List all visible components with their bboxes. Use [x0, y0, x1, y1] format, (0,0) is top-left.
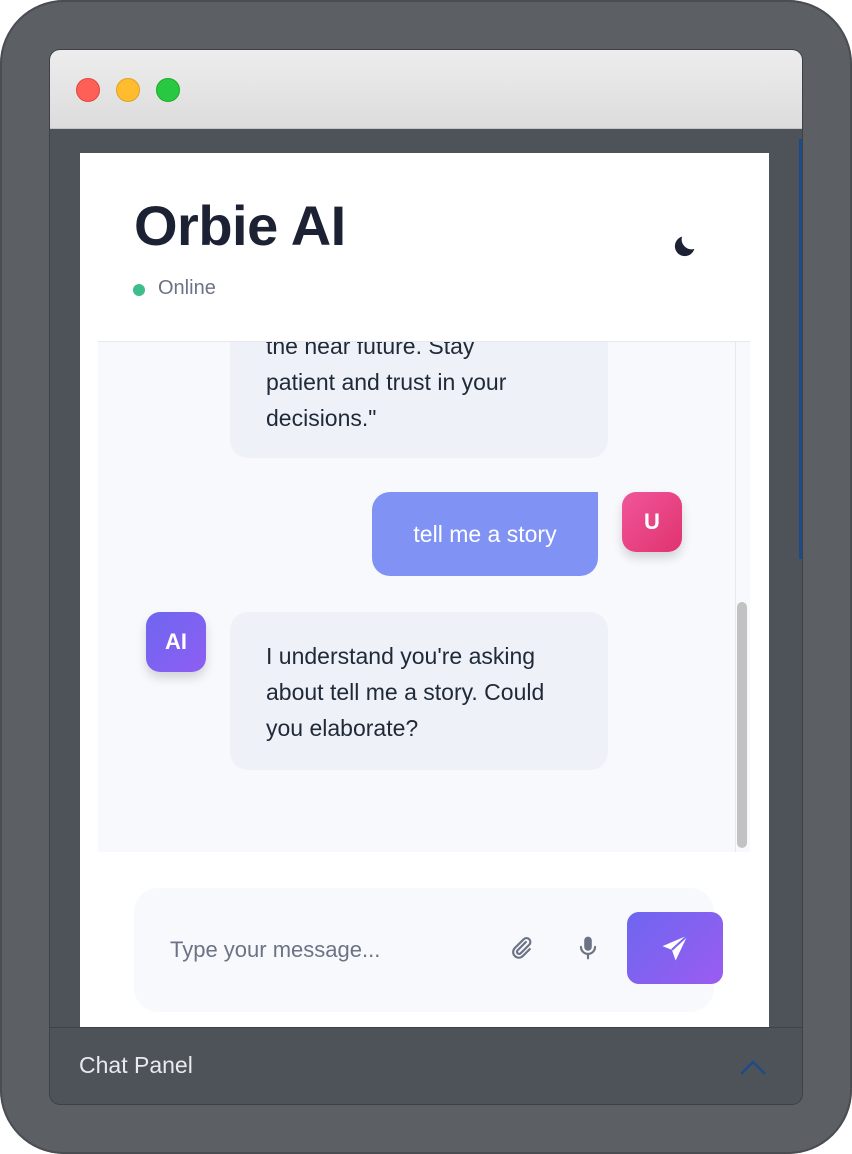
minimize-window-button[interactable]: [116, 78, 140, 102]
send-icon: [662, 934, 689, 961]
ai-message-bubble: the near future. Stay patient and trust …: [230, 341, 608, 458]
focus-edge: [799, 139, 802, 559]
message-line: you elaborate?: [266, 715, 419, 741]
content-area: Orbie AI Online the near future. Stay pa…: [50, 129, 802, 1027]
theme-toggle-button[interactable]: [668, 229, 702, 263]
message-scrollbar[interactable]: [735, 342, 750, 852]
message-line: the near future. Stay: [266, 341, 475, 359]
chat-panel-bar[interactable]: Chat Panel: [50, 1027, 802, 1104]
app-title: Orbie AI: [134, 194, 346, 257]
online-status-dot: [133, 284, 145, 296]
message-line: about tell me a story. Could: [266, 679, 545, 705]
user-avatar: U: [622, 492, 682, 552]
window-titlebar: [50, 50, 802, 129]
message-input[interactable]: [168, 929, 492, 971]
chat-header: Orbie AI Online: [80, 153, 769, 341]
message-line: I understand you're asking: [266, 643, 536, 669]
scrollbar-thumb[interactable]: [737, 602, 747, 848]
chevron-up-icon: [740, 1060, 766, 1075]
status-text: Online: [158, 277, 216, 299]
zoom-window-button[interactable]: [156, 78, 180, 102]
panel-label: Chat Panel: [79, 1052, 193, 1078]
close-window-button[interactable]: [76, 78, 100, 102]
panel-collapse-button[interactable]: [738, 1054, 768, 1080]
attach-button[interactable]: [504, 931, 538, 965]
message-line: decisions.": [266, 405, 377, 431]
ai-avatar: AI: [146, 612, 206, 672]
ai-message-bubble: I understand you're asking about tell me…: [230, 612, 608, 770]
message-text: tell me a story: [413, 520, 557, 547]
moon-icon: [674, 236, 695, 257]
send-button[interactable]: [627, 912, 723, 984]
paperclip-icon: [512, 937, 532, 959]
microphone-icon: [579, 936, 597, 960]
message-list[interactable]: the near future. Stay patient and trust …: [98, 341, 750, 853]
chat-widget: Orbie AI Online the near future. Stay pa…: [80, 153, 769, 1027]
app-window: Orbie AI Online the near future. Stay pa…: [50, 50, 802, 1104]
message-line: patient and trust in your: [266, 369, 507, 395]
microphone-button[interactable]: [571, 931, 605, 965]
device-frame: Orbie AI Online the near future. Stay pa…: [0, 0, 852, 1154]
user-message-bubble: tell me a story: [372, 492, 598, 576]
